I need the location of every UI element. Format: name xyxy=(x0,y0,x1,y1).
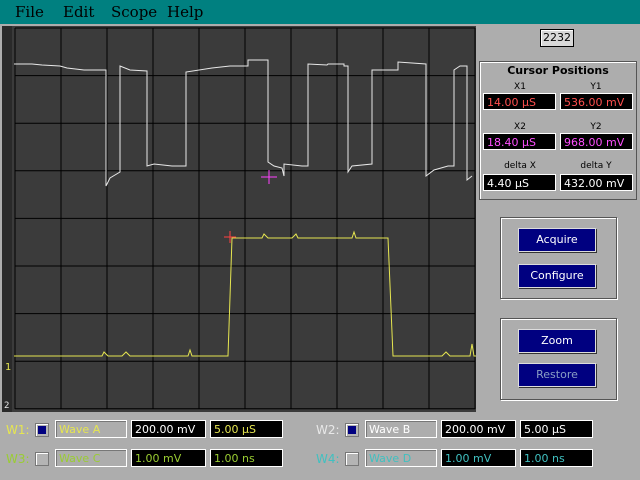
w3-time-field[interactable]: 1.00 ns xyxy=(210,449,283,467)
x1-value: 14.00 μS xyxy=(483,93,556,110)
w3-volts-field[interactable]: 1.00 mV xyxy=(131,449,206,467)
y2-label: Y2 xyxy=(590,122,602,132)
oscilloscope-display[interactable]: 1 2 xyxy=(2,26,476,412)
w1-label: W1: xyxy=(6,423,30,437)
menu-bar: File Edit Scope Help xyxy=(0,0,640,24)
y1-label: Y1 xyxy=(590,82,602,92)
cursor-panel-title: Cursor Positions xyxy=(507,64,609,77)
w3-label: W3: xyxy=(6,452,30,466)
menu-edit[interactable]: Edit xyxy=(63,3,94,21)
sample-counter: 2232 xyxy=(540,29,574,47)
delta-y-label: delta Y xyxy=(580,161,612,171)
configure-button[interactable]: Configure xyxy=(518,264,596,288)
w2-label: W2: xyxy=(316,423,340,437)
channel-2-marker: 2 xyxy=(4,401,9,411)
w1-time-field[interactable]: 5.00 μS xyxy=(210,420,283,438)
w2-volts-field[interactable]: 200.00 mV xyxy=(441,420,516,438)
w4-checkbox[interactable] xyxy=(345,452,359,466)
w4-name-field[interactable]: Wave D xyxy=(365,449,437,467)
x2-value: 18.40 μS xyxy=(483,133,556,150)
x2-label: X2 xyxy=(514,122,526,132)
delta-x-label: delta X xyxy=(504,161,536,171)
menu-scope[interactable]: Scope xyxy=(111,3,157,21)
w2-name-field[interactable]: Wave B xyxy=(365,420,437,438)
w4-volts-field[interactable]: 1.00 mV xyxy=(441,449,516,467)
w3-name-field[interactable]: Wave C xyxy=(55,449,127,467)
delta-y-value: 432.00 mV xyxy=(560,174,633,191)
left-ruler xyxy=(2,26,12,412)
scope-screen: 1 2 xyxy=(2,26,476,412)
y1-value: 536.00 mV xyxy=(560,93,633,110)
plot-area xyxy=(12,26,476,412)
menu-help[interactable]: Help xyxy=(167,3,203,21)
w1-volts-field[interactable]: 200.00 mV xyxy=(131,420,206,438)
acquire-button[interactable]: Acquire xyxy=(518,228,596,252)
w2-time-field[interactable]: 5.00 μS xyxy=(520,420,593,438)
y2-value: 968.00 mV xyxy=(560,133,633,150)
w4-label: W4: xyxy=(316,452,340,466)
menu-file[interactable]: File xyxy=(15,3,44,21)
w1-name-field[interactable]: Wave A xyxy=(55,420,127,438)
zoom-button[interactable]: Zoom xyxy=(518,329,596,353)
w4-time-field[interactable]: 1.00 ns xyxy=(520,449,593,467)
w2-checkbox[interactable] xyxy=(345,423,359,437)
restore-button[interactable]: Restore xyxy=(518,363,596,387)
delta-x-value: 4.40 μS xyxy=(483,174,556,191)
w3-checkbox[interactable] xyxy=(35,452,49,466)
cursor-positions-panel: Cursor Positions X1 Y1 14.00 μS 536.00 m… xyxy=(479,61,637,200)
x1-label: X1 xyxy=(514,82,526,92)
channel-1-marker: 1 xyxy=(5,362,11,373)
w1-checkbox[interactable] xyxy=(35,423,49,437)
